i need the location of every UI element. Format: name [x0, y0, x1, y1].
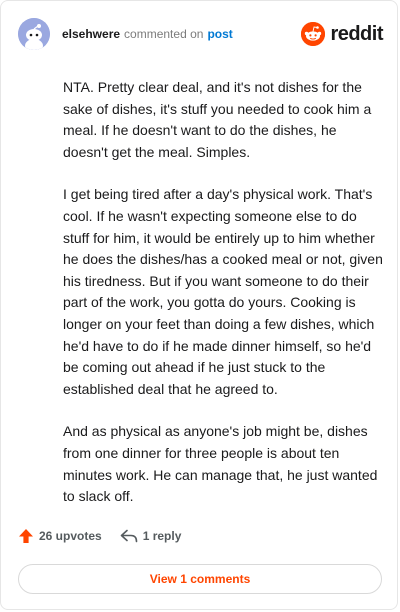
reply-count: 1 reply — [142, 529, 182, 543]
reply-arrow-icon — [120, 529, 138, 543]
username[interactable]: elsehwere — [62, 27, 120, 41]
reddit-wordmark: reddit — [330, 23, 383, 45]
snoo-avatar-icon — [18, 18, 50, 50]
reddit-logo[interactable]: reddit — [301, 22, 383, 46]
reply-button[interactable]: 1 reply — [120, 529, 182, 543]
comment-meta: elsehwere commented on post — [62, 27, 233, 41]
comment-card: elsehwere commented on post reddit NTA. … — [0, 0, 398, 610]
reddit-logo-icon — [301, 22, 326, 46]
commented-on-text: commented on — [124, 27, 204, 41]
comment-body: NTA. Pretty clear deal, and it's not dis… — [63, 77, 385, 529]
upvote-button[interactable]: 26 upvotes — [18, 528, 102, 544]
comment-header: elsehwere commented on post reddit — [18, 18, 383, 50]
comment-actions: 26 upvotes 1 reply — [18, 528, 181, 544]
view-comments-button[interactable]: View 1 comments — [18, 564, 382, 594]
comment-paragraph: NTA. Pretty clear deal, and it's not dis… — [63, 79, 372, 160]
comment-paragraph: I get being tired after a day's physical… — [63, 186, 383, 397]
post-link[interactable]: post — [207, 27, 232, 41]
upvote-arrow-icon — [19, 529, 33, 543]
view-comments-label: View 1 comments — [149, 572, 251, 586]
upvote-count: 26 upvotes — [39, 529, 102, 543]
user-avatar[interactable] — [18, 18, 50, 50]
comment-paragraph: And as physical as anyone's job might be… — [63, 423, 378, 505]
